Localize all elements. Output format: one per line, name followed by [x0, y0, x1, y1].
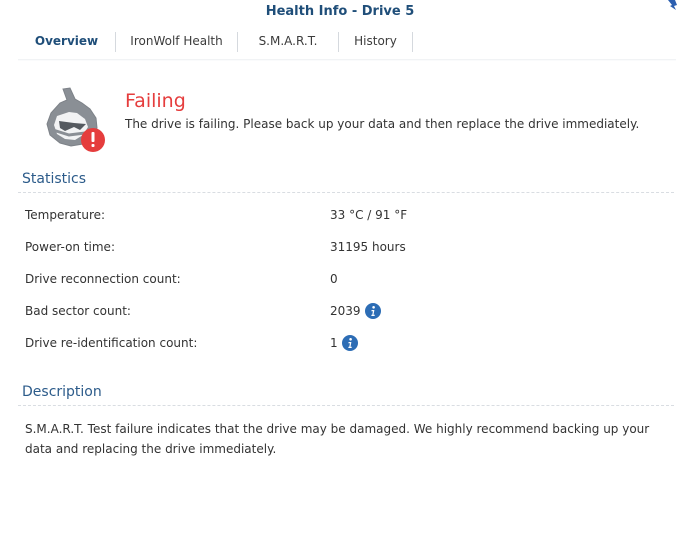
description-heading: Description — [22, 384, 102, 400]
health-status-message: The drive is failing. Please back up you… — [125, 117, 640, 131]
health-status-title: Failing — [125, 90, 186, 112]
window-corner-icon[interactable] — [666, 0, 680, 12]
temperature-value: 33 °C / 91 °F — [330, 208, 408, 222]
tab-smart[interactable]: S.M.A.R.T. — [238, 24, 338, 58]
section-divider — [18, 192, 674, 193]
power-on-time-value: 31195 hours — [330, 240, 406, 254]
tab-divider — [412, 32, 413, 52]
bad-sector-count-label: Bad sector count: — [25, 304, 131, 318]
info-icon[interactable] — [342, 335, 358, 351]
reidentification-count-label: Drive re-identification count: — [25, 336, 198, 350]
reconnection-count-value: 0 — [330, 272, 338, 286]
tab-bar: Overview IronWolf Health S.M.A.R.T. Hist… — [18, 24, 676, 60]
window-title: Health Info - Drive 5 — [265, 4, 415, 19]
description-text: S.M.A.R.T. Test failure indicates that t… — [25, 422, 650, 456]
reconnection-count-label: Drive reconnection count: — [25, 272, 181, 286]
tab-history[interactable]: History — [339, 24, 412, 58]
tab-overview[interactable]: Overview — [18, 24, 115, 58]
bad-sector-count-value: 2039 — [330, 304, 361, 318]
statistics-heading: Statistics — [22, 171, 86, 187]
ironwolf-drive-logo-icon — [46, 87, 105, 152]
info-icon[interactable] — [365, 303, 381, 319]
temperature-label: Temperature: — [25, 208, 106, 222]
power-on-time-label: Power-on time: — [25, 240, 115, 254]
section-divider — [18, 405, 674, 406]
reidentification-count-value: 1 — [330, 336, 338, 350]
tab-ironwolf-health[interactable]: IronWolf Health — [116, 24, 237, 58]
tab-bar-shadow — [18, 59, 676, 61]
